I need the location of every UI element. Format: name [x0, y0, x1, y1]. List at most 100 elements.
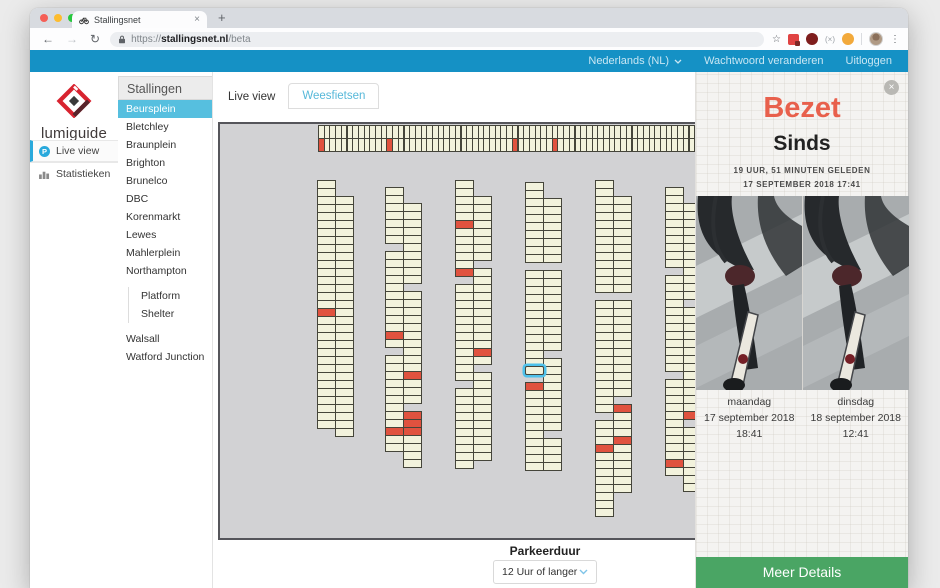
parking-cell[interactable]	[473, 356, 492, 365]
stalling-item-shelter[interactable]: Shelter	[128, 305, 212, 323]
snapshot-time: 18:41	[696, 426, 803, 442]
parking-cell[interactable]	[455, 460, 474, 469]
back-icon[interactable]: ←	[42, 32, 54, 46]
parking-cell[interactable]	[473, 452, 492, 461]
parking-cell[interactable]	[543, 422, 562, 431]
parking-cell[interactable]	[595, 508, 614, 517]
reload-icon[interactable]: ↻	[90, 32, 100, 46]
stallingen-header: Stallingen	[118, 76, 212, 100]
snapshot-date: 18 september 2018	[803, 410, 910, 426]
brand-sidebar: lumiguide P Live view Statistieken	[30, 72, 118, 588]
stallingen-column: Stallingen BeurspleinBletchleyBraunplein…	[118, 72, 213, 588]
chevron-down-icon	[579, 569, 588, 575]
parkeerduur-value: 12 Uur of langer	[502, 566, 577, 578]
browser-tab-bar: Stallingsnet × +	[30, 8, 908, 28]
parking-cell[interactable]	[385, 443, 404, 452]
toolbar-divider	[861, 33, 862, 45]
live-view-icon: P	[39, 146, 50, 157]
parking-cell[interactable]	[613, 388, 632, 397]
since-relative: 19 UUR, 51 MINUTEN GELEDEN	[696, 166, 908, 175]
tab-weesfietsen[interactable]: Weesfietsen	[288, 83, 379, 109]
forward-icon[interactable]: →	[66, 32, 78, 46]
nav-label: Statistieken	[56, 168, 110, 180]
app-content: lumiguide P Live view Statistieken Stall…	[30, 72, 908, 588]
logout-link[interactable]: Uitloggen	[846, 55, 892, 67]
extension-icon-4[interactable]	[842, 33, 854, 45]
parking-cell[interactable]	[317, 420, 336, 429]
parking-cell[interactable]	[455, 372, 474, 381]
parking-cell[interactable]	[543, 254, 562, 263]
snapshot-date: 17 september 2018	[696, 410, 803, 426]
parking-cell[interactable]	[455, 268, 474, 277]
parking-cell[interactable]	[385, 339, 404, 348]
camera-snapshots	[696, 196, 909, 390]
parking-cell[interactable]	[613, 484, 632, 493]
parkeerduur-select[interactable]: 12 Uur of langer	[493, 560, 597, 584]
change-password-link[interactable]: Wachtwoord veranderen	[704, 55, 823, 67]
stalling-item-walsall[interactable]: Walsall	[118, 330, 212, 348]
parking-cell[interactable]	[403, 275, 422, 284]
parking-cell[interactable]	[543, 342, 562, 351]
meer-details-button[interactable]: Meer Details	[696, 557, 908, 588]
extension-icon-3[interactable]: (×)	[825, 35, 835, 44]
extension-icon-1[interactable]	[788, 34, 799, 45]
parking-cell[interactable]	[613, 284, 632, 293]
browser-menu-icon[interactable]: ⋮	[890, 34, 900, 45]
parking-cell[interactable]	[403, 459, 422, 468]
detail-panel: × Bezet Sinds 19 UUR, 51 MINUTEN GELEDEN…	[695, 72, 908, 588]
stalling-item-watford-junction[interactable]: Watford Junction	[118, 348, 212, 366]
parking-cell-selected[interactable]	[525, 366, 544, 375]
nav-label: Live view	[56, 145, 99, 157]
parking-cell[interactable]	[665, 259, 684, 268]
parking-cell[interactable]	[665, 363, 684, 372]
sidebar-item-statistieken[interactable]: Statistieken	[30, 162, 118, 184]
url-text: https://stallingsnet.nl/beta	[131, 34, 251, 45]
parking-cell[interactable]	[403, 395, 422, 404]
stalling-item-braunplein[interactable]: Braunplein	[118, 136, 212, 154]
parking-cell[interactable]	[595, 284, 614, 293]
window-controls	[40, 14, 76, 22]
new-tab-button[interactable]: +	[218, 10, 226, 25]
stalling-item-northampton[interactable]: Northampton	[118, 262, 212, 280]
lock-icon	[118, 35, 126, 44]
stalling-item-brunelco[interactable]: Brunelco	[118, 172, 212, 190]
stallingen-list: BeurspleinBletchleyBraunpleinBrightonBru…	[118, 100, 212, 366]
extension-icon-2[interactable]	[806, 33, 818, 45]
window-minimize-button[interactable]	[54, 14, 62, 22]
language-selector[interactable]: Nederlands (NL)	[588, 55, 682, 67]
window-close-button[interactable]	[40, 14, 48, 22]
parking-cell[interactable]	[595, 404, 614, 413]
stalling-item-mahlerplein[interactable]: Mahlerplein	[118, 244, 212, 262]
sidebar-item-live-view[interactable]: P Live view	[30, 140, 118, 162]
browser-window: Stallingsnet × + ← → ↻ https://stallings…	[30, 8, 908, 588]
since-label: Sinds	[696, 132, 908, 156]
parking-cell[interactable]	[335, 428, 354, 437]
parking-cell[interactable]	[385, 235, 404, 244]
bar-chart-icon	[39, 169, 50, 179]
tab-title: Stallingsnet	[94, 15, 189, 25]
parking-cell[interactable]	[525, 462, 544, 471]
parking-cell[interactable]	[665, 467, 684, 476]
stalling-item-beursplein[interactable]: Beursplein	[118, 100, 212, 118]
content-tabs: Live view Weesfietsen	[215, 82, 379, 109]
parkeerduur-label: Parkeerduur	[420, 544, 670, 558]
stalling-item-lewes[interactable]: Lewes	[118, 226, 212, 244]
stalling-item-platform[interactable]: Platform	[128, 287, 212, 305]
stalling-item-korenmarkt[interactable]: Korenmarkt	[118, 208, 212, 226]
snapshot-day: dinsdag	[803, 394, 910, 410]
stalling-item-bletchley[interactable]: Bletchley	[118, 118, 212, 136]
tab-close-icon[interactable]: ×	[194, 15, 200, 25]
chevron-down-icon	[674, 59, 682, 64]
profile-avatar[interactable]	[869, 32, 883, 46]
snapshot-2-caption: dinsdag 18 september 2018 12:41	[803, 394, 910, 442]
parking-cell[interactable]	[525, 254, 544, 263]
tab-live-view[interactable]: Live view	[215, 85, 288, 109]
browser-tab[interactable]: Stallingsnet ×	[72, 11, 207, 28]
stalling-item-dbc[interactable]: DBC	[118, 190, 212, 208]
parking-cell[interactable]	[543, 462, 562, 471]
parking-cell[interactable]	[473, 252, 492, 261]
stalling-item-brighton[interactable]: Brighton	[118, 154, 212, 172]
since-timestamp: 17 SEPTEMBER 2018 17:41	[696, 180, 908, 189]
address-bar[interactable]: https://stallingsnet.nl/beta	[110, 32, 764, 47]
bookmark-star-icon[interactable]: ☆	[772, 34, 781, 45]
